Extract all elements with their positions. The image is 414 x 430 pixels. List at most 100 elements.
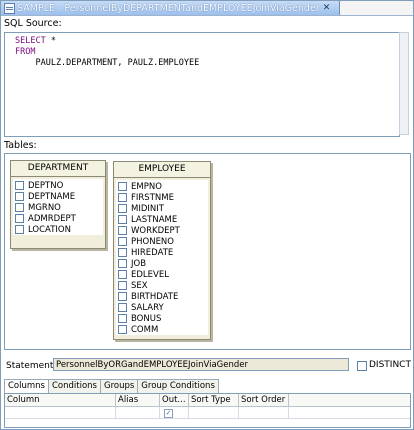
editor-tab-bar: SAMPLE - PersonnelByDEPARTMENTandEMPLOYE… — [1, 1, 413, 16]
sql-source-label: SQL Source: — [4, 18, 62, 29]
employee-column-item[interactable]: SALARY — [116, 302, 208, 313]
column-checkbox[interactable] — [118, 292, 127, 301]
sql-vertical-scrollbar[interactable] — [399, 32, 409, 135]
column-name: SALARY — [131, 302, 164, 313]
column-checkbox[interactable] — [118, 259, 127, 268]
sql-line: SELECT * — [5, 36, 399, 47]
employee-column-item[interactable]: HIREDATE — [116, 247, 208, 258]
table-employee-columns: EMPNO FIRSTNME MIDINIT LASTNAME WORKDEPT PHON… — [116, 180, 208, 335]
employee-column-item[interactable]: FIRSTNME — [116, 192, 208, 203]
column-checkbox[interactable] — [15, 214, 24, 223]
column-name: MGRNO — [28, 202, 61, 213]
grid-cell-sort-order[interactable] — [239, 407, 289, 418]
employee-column-item[interactable]: BONUS — [116, 313, 208, 324]
column-checkbox[interactable] — [118, 204, 127, 213]
sql-file-icon — [4, 2, 15, 14]
statement-name-field[interactable]: PersonnelByORGandEMPLOYEEJoinViaGender — [53, 358, 349, 371]
employee-column-item[interactable]: MIDINIT — [116, 203, 208, 214]
column-checkbox[interactable] — [118, 237, 127, 246]
employee-column-item[interactable]: EDLEVEL — [116, 269, 208, 280]
grid-header-row: Column Alias Out... Sort Type Sort Order — [5, 394, 410, 407]
editor-tab-title: SAMPLE - PersonnelByDEPARTMENTandEMPLOYE… — [17, 2, 320, 14]
column-name: SEX — [131, 280, 148, 291]
table-department[interactable]: DEPARTMENT DEPTNO DEPTNAME MGRNO ADMRDEPT LO… — [10, 160, 106, 249]
department-column-item[interactable]: LOCATION — [13, 224, 103, 235]
grid-header-alias[interactable]: Alias — [116, 394, 160, 406]
column-name: EDLEVEL — [131, 269, 169, 280]
table-row[interactable]: ✓ — [5, 407, 410, 419]
sql-source-editor[interactable]: SELECT * FROM PAULZ.DEPARTMENT, PAULZ.EM… — [4, 32, 400, 137]
column-name: MIDINIT — [131, 203, 164, 214]
sql-line: FROM — [5, 47, 399, 58]
employee-column-item[interactable]: WORKDEPT — [116, 225, 208, 236]
column-checkbox[interactable] — [15, 203, 24, 212]
column-name: HIREDATE — [131, 247, 174, 258]
employee-column-item[interactable]: COMM — [116, 324, 208, 335]
column-checkbox[interactable] — [118, 314, 127, 323]
sql-keyword: SELECT — [15, 36, 46, 46]
column-checkbox[interactable] — [118, 182, 127, 191]
tab-groups[interactable]: Groups — [99, 379, 139, 393]
column-name: WORKDEPT — [131, 225, 180, 236]
grid-header-column[interactable]: Column — [5, 394, 116, 406]
sql-keyword: FROM — [15, 47, 36, 57]
distinct-checkbox[interactable] — [357, 361, 367, 371]
distinct-label: DISTINCT — [369, 360, 411, 370]
editor-tab[interactable]: SAMPLE - PersonnelByDEPARTMENTandEMPLOYE… — [1, 1, 340, 15]
column-checkbox[interactable] — [15, 181, 24, 190]
column-checkbox[interactable] — [118, 193, 127, 202]
column-name: DEPTNAME — [28, 191, 76, 202]
columns-grid[interactable]: Column Alias Out... Sort Type Sort Order… — [4, 393, 411, 428]
grid-cell-alias[interactable] — [116, 407, 160, 418]
tab-conditions[interactable]: Conditions — [47, 379, 101, 393]
column-name: PHONENO — [131, 236, 174, 247]
employee-column-item[interactable]: LASTNAME — [116, 214, 208, 225]
department-column-item[interactable]: DEPTNAME — [13, 191, 103, 202]
column-checkbox[interactable] — [15, 225, 24, 234]
column-name: ADMRDEPT — [28, 213, 76, 224]
column-checkbox[interactable] — [118, 325, 127, 334]
department-column-item[interactable]: DEPTNO — [13, 180, 103, 191]
table-employee[interactable]: EMPLOYEE EMPNO FIRSTNME MIDINIT LASTNAME WOR… — [113, 161, 211, 340]
tab-columns[interactable]: Columns — [4, 379, 49, 394]
department-column-item[interactable]: MGRNO — [13, 202, 103, 213]
close-icon[interactable]: ✕ — [323, 3, 331, 13]
employee-column-item[interactable]: JOB — [116, 258, 208, 269]
grid-cell-output[interactable]: ✓ — [160, 407, 189, 418]
bottom-tabs: Columns Conditions Groups Group Conditio… — [4, 379, 219, 394]
column-checkbox[interactable] — [118, 215, 127, 224]
grid-header-output[interactable]: Out... — [160, 394, 189, 406]
column-checkbox[interactable] — [118, 226, 127, 235]
column-name: LOCATION — [28, 224, 71, 235]
column-name: JOB — [131, 258, 147, 269]
tables-canvas[interactable]: DEPARTMENT DEPTNO DEPTNAME MGRNO ADMRDEPT LO… — [4, 153, 411, 350]
employee-column-item[interactable]: PHONENO — [116, 236, 208, 247]
column-checkbox[interactable] — [118, 281, 127, 290]
column-checkbox[interactable] — [118, 248, 127, 257]
column-name: EMPNO — [131, 181, 162, 192]
column-checkbox[interactable] — [118, 270, 127, 279]
statement-label: Statement: — [6, 361, 57, 371]
employee-column-item[interactable]: EMPNO — [116, 181, 208, 192]
grid-header-sort-order[interactable]: Sort Order — [239, 394, 289, 406]
employee-column-item[interactable]: BIRTHDATE — [116, 291, 208, 302]
output-checkbox-icon[interactable]: ✓ — [164, 409, 173, 418]
table-department-title: DEPARTMENT — [11, 161, 105, 177]
column-checkbox[interactable] — [118, 303, 127, 312]
grid-cell-sort-type[interactable] — [189, 407, 239, 418]
grid-header-sort-type[interactable]: Sort Type — [189, 394, 239, 406]
employee-column-item[interactable]: SEX — [116, 280, 208, 291]
department-column-item[interactable]: ADMRDEPT — [13, 213, 103, 224]
column-name: COMM — [131, 324, 159, 335]
tab-group-conditions[interactable]: Group Conditions — [137, 379, 219, 393]
column-name: DEPTNO — [28, 180, 64, 191]
sql-line: PAULZ.DEPARTMENT, PAULZ.EMPLOYEE — [5, 58, 399, 69]
column-name: LASTNAME — [131, 214, 178, 225]
column-name: BIRTHDATE — [131, 291, 179, 302]
sql-text: PAULZ.DEPARTMENT, PAULZ.EMPLOYEE — [15, 58, 200, 68]
grid-cell-column[interactable] — [5, 407, 116, 418]
sql-builder-editor: SAMPLE - PersonnelByDEPARTMENTandEMPLOYE… — [0, 0, 414, 430]
table-employee-title: EMPLOYEE — [114, 162, 210, 178]
column-checkbox[interactable] — [15, 192, 24, 201]
tables-label: Tables: — [4, 140, 37, 151]
